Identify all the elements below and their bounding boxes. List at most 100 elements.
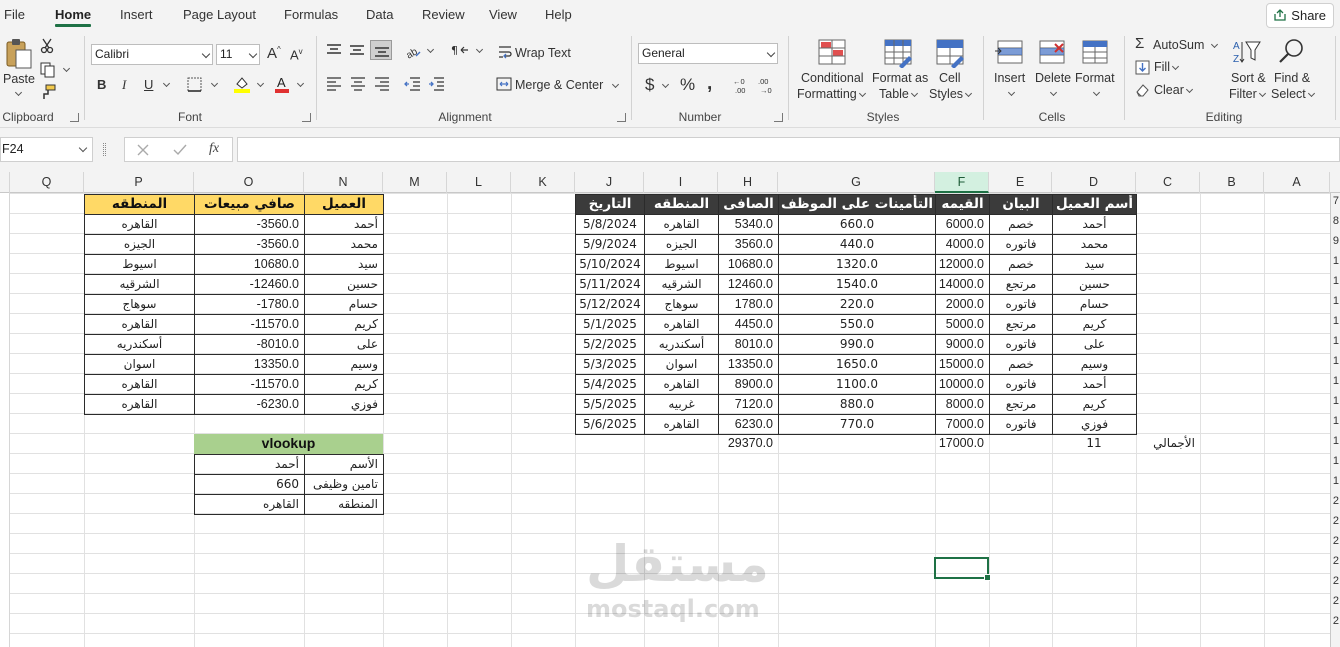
vlookup-value[interactable]: 660 bbox=[194, 474, 305, 495]
table-cell[interactable]: 7000.0 bbox=[935, 414, 990, 435]
table-cell[interactable]: 1100.0 bbox=[778, 374, 936, 395]
table-cell[interactable]: سوهاج bbox=[644, 294, 719, 315]
side-table-cell[interactable]: وسيم bbox=[304, 354, 384, 375]
table-cell[interactable]: 5/12/2024 bbox=[575, 294, 645, 315]
row-header[interactable]: 7 bbox=[1333, 195, 1339, 207]
copy-icon[interactable] bbox=[40, 62, 56, 78]
currency-dropdown-icon[interactable] bbox=[661, 80, 670, 89]
worksheet-grid[interactable]: Q P O N M L K J I H G F E D C B A 789111… bbox=[0, 172, 1340, 647]
table-cell[interactable]: كريم bbox=[1052, 394, 1137, 415]
column-header-a[interactable]: A bbox=[1264, 172, 1330, 193]
borders-icon[interactable] bbox=[187, 77, 202, 92]
row-header[interactable]: 2 bbox=[1333, 595, 1339, 607]
format-dropdown-icon[interactable] bbox=[1092, 88, 1101, 97]
side-table-header[interactable]: المنطقه bbox=[84, 194, 195, 215]
column-header-f[interactable]: F bbox=[935, 172, 989, 193]
table-cell[interactable]: 6230.0 bbox=[718, 414, 779, 435]
table-cell[interactable]: وسيم bbox=[1052, 354, 1137, 375]
text-direction-icon[interactable]: ¶ bbox=[451, 43, 469, 57]
underline-button[interactable]: U bbox=[144, 77, 153, 92]
side-table-cell[interactable]: 13350.0 bbox=[194, 354, 305, 375]
table-cell[interactable]: 5/4/2025 bbox=[575, 374, 645, 395]
table-cell[interactable]: 8010.0 bbox=[718, 334, 779, 355]
table-header[interactable]: القيمه bbox=[935, 194, 990, 215]
table-cell[interactable]: 5/2/2025 bbox=[575, 334, 645, 355]
column-header-l[interactable]: L bbox=[447, 172, 511, 193]
vlookup-label[interactable]: المنطقه bbox=[304, 494, 384, 515]
find-select-label-2[interactable]: Select bbox=[1271, 87, 1315, 101]
currency-icon[interactable]: $ bbox=[645, 75, 654, 95]
column-header-i[interactable]: I bbox=[644, 172, 718, 193]
table-cell[interactable]: 8900.0 bbox=[718, 374, 779, 395]
clipboard-launcher-icon[interactable] bbox=[70, 113, 79, 122]
fill-color-dropdown-icon[interactable] bbox=[256, 79, 265, 88]
side-table-cell[interactable]: كريم bbox=[304, 314, 384, 335]
row-header[interactable]: 1 bbox=[1333, 395, 1339, 407]
total-count[interactable]: 11 bbox=[1052, 434, 1136, 454]
name-box[interactable]: F24 bbox=[0, 137, 93, 162]
side-table-cell[interactable]: اسوان bbox=[84, 354, 195, 375]
sort-filter-label-1[interactable]: Sort & bbox=[1231, 71, 1266, 85]
insert-function-icon[interactable]: fx bbox=[209, 141, 219, 157]
side-table-cell[interactable]: اسيوط bbox=[84, 254, 195, 275]
align-right-icon[interactable] bbox=[374, 77, 390, 91]
formula-bar-splitter[interactable] bbox=[103, 143, 106, 156]
column-header-k[interactable]: K bbox=[511, 172, 575, 193]
table-cell[interactable]: القاهره bbox=[644, 314, 719, 335]
active-cell-selection[interactable] bbox=[934, 557, 991, 581]
table-header[interactable]: المنطقه bbox=[644, 194, 719, 215]
table-cell[interactable]: فاتوره bbox=[989, 234, 1053, 255]
column-header-o[interactable]: O bbox=[194, 172, 304, 193]
cell-styles-label-1[interactable]: Cell bbox=[939, 71, 961, 85]
side-table-cell[interactable]: -1780.0 bbox=[194, 294, 305, 315]
table-cell[interactable]: 12000.0 bbox=[935, 254, 990, 275]
table-cell[interactable]: حسين bbox=[1052, 274, 1137, 295]
insert-button[interactable]: Insert bbox=[994, 71, 1025, 85]
format-as-table-label-1[interactable]: Format as bbox=[872, 71, 928, 85]
table-cell[interactable]: خصم bbox=[989, 214, 1053, 235]
row-header[interactable]: 1 bbox=[1333, 455, 1339, 467]
merge-center-button[interactable]: Merge & Center bbox=[515, 78, 603, 92]
table-cell[interactable]: 770.0 bbox=[778, 414, 936, 435]
row-header[interactable]: 1 bbox=[1333, 275, 1339, 287]
total-label[interactable]: الأجمالي bbox=[1136, 434, 1200, 454]
row-header[interactable]: 1 bbox=[1333, 295, 1339, 307]
table-cell[interactable]: 5/5/2025 bbox=[575, 394, 645, 415]
table-cell[interactable]: الجيزه bbox=[644, 234, 719, 255]
number-launcher-icon[interactable] bbox=[774, 113, 783, 122]
table-cell[interactable]: 880.0 bbox=[778, 394, 936, 415]
align-bottom-button[interactable] bbox=[370, 40, 392, 60]
increase-font-icon[interactable]: A^ bbox=[267, 45, 281, 62]
row-header[interactable]: 1 bbox=[1333, 475, 1339, 487]
vlookup-label[interactable]: الأسم bbox=[304, 454, 384, 475]
side-table-cell[interactable]: -6230.0 bbox=[194, 394, 305, 415]
table-cell[interactable]: 14000.0 bbox=[935, 274, 990, 295]
table-cell[interactable]: 5/3/2025 bbox=[575, 354, 645, 375]
underline-dropdown-icon[interactable] bbox=[162, 79, 171, 88]
table-cell[interactable]: 10000.0 bbox=[935, 374, 990, 395]
table-cell[interactable]: اسوان bbox=[644, 354, 719, 375]
tab-view[interactable]: View bbox=[489, 7, 517, 22]
column-header-q[interactable]: Q bbox=[10, 172, 84, 193]
table-cell[interactable]: 15000.0 bbox=[935, 354, 990, 375]
format-button[interactable]: Format bbox=[1075, 71, 1115, 85]
column-header-d[interactable]: D bbox=[1052, 172, 1136, 193]
vlookup-label[interactable]: تامين وظيفى bbox=[304, 474, 384, 495]
align-top-icon[interactable] bbox=[326, 44, 342, 56]
side-table-cell[interactable]: الجيزه bbox=[84, 234, 195, 255]
table-cell[interactable]: 1650.0 bbox=[778, 354, 936, 375]
font-color-icon[interactable]: A bbox=[274, 75, 290, 93]
side-table-cell[interactable]: -12460.0 bbox=[194, 274, 305, 295]
table-header[interactable]: أسم العميل bbox=[1052, 194, 1137, 215]
table-cell[interactable]: 5/8/2024 bbox=[575, 214, 645, 235]
table-cell[interactable]: القاهره bbox=[644, 214, 719, 235]
table-cell[interactable]: 5/6/2025 bbox=[575, 414, 645, 435]
column-header-e[interactable]: E bbox=[989, 172, 1052, 193]
fill-button[interactable]: Fill bbox=[1154, 60, 1180, 74]
wrap-text-button[interactable]: Wrap Text bbox=[515, 46, 571, 60]
table-cell[interactable]: فوزي bbox=[1052, 414, 1137, 435]
table-cell[interactable]: سيد bbox=[1052, 254, 1137, 275]
side-table-cell[interactable]: -3560.0 bbox=[194, 234, 305, 255]
format-painter-icon[interactable] bbox=[40, 84, 56, 100]
conditional-formatting-label-2[interactable]: Formatting bbox=[797, 87, 866, 101]
